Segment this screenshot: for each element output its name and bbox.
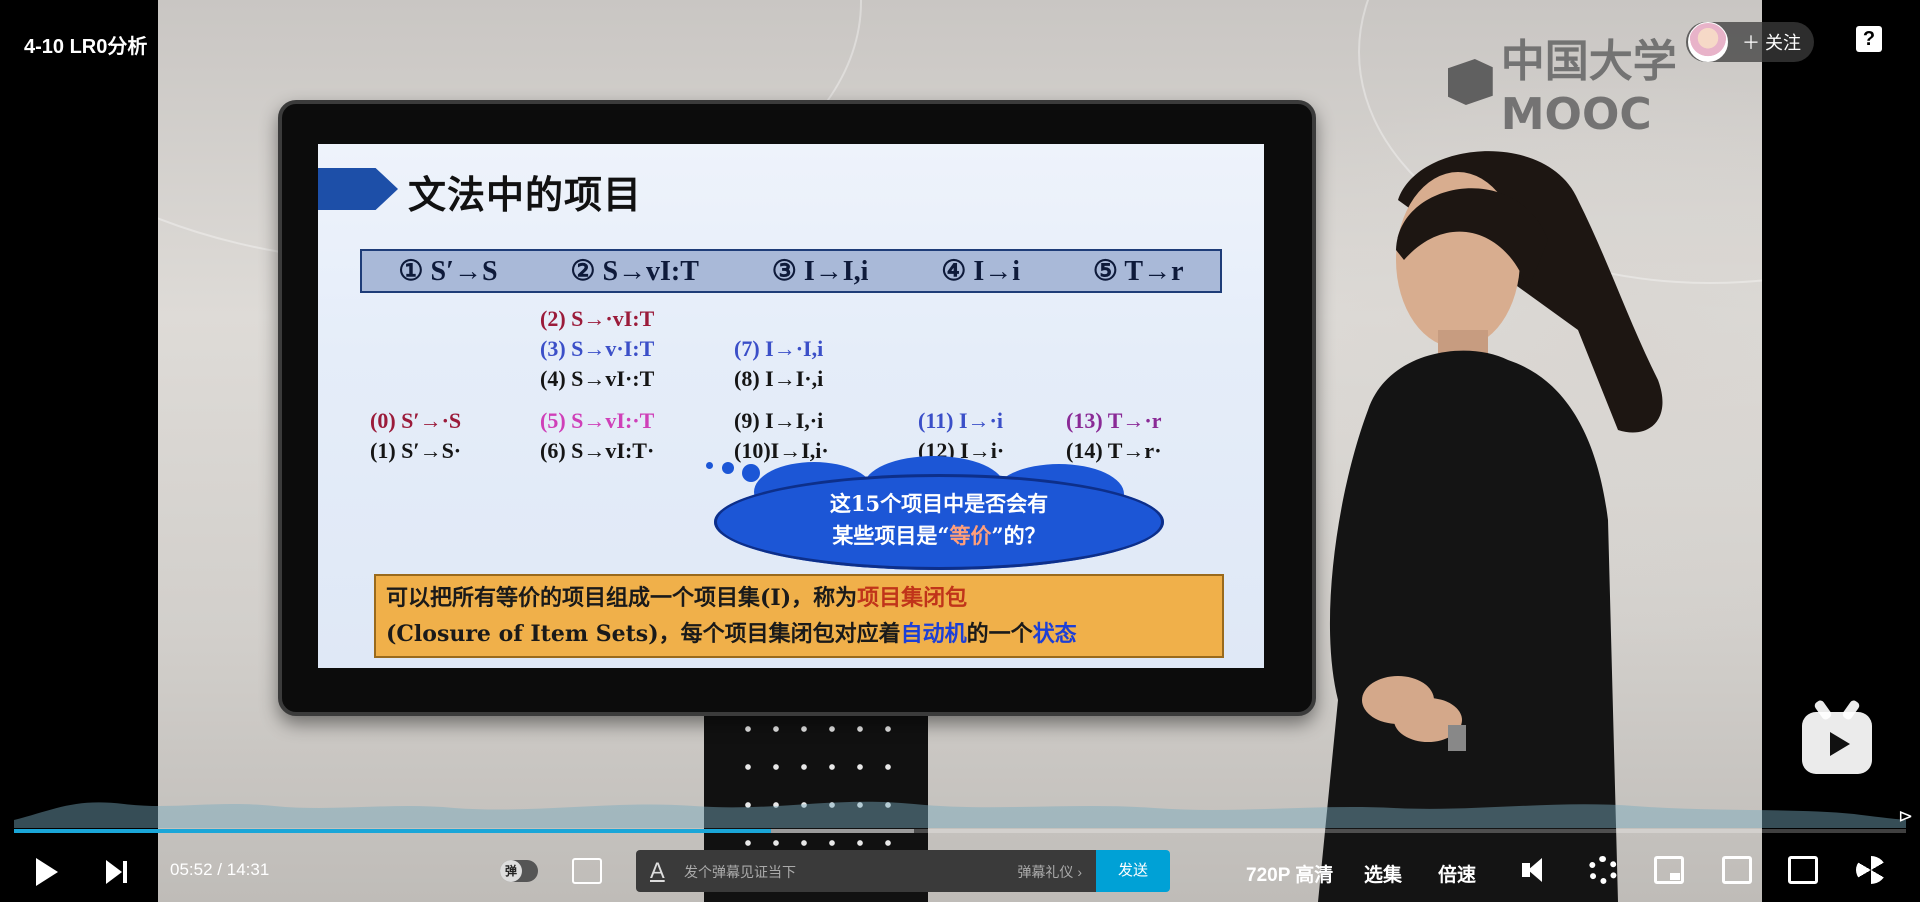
picture-in-picture-icon[interactable] (1654, 856, 1684, 884)
total-time: 14:31 (226, 860, 270, 879)
help-icon[interactable]: ? (1856, 26, 1882, 52)
danmu-placeholder: 发个弹幕见证当下 (684, 864, 796, 880)
danmu-settings-icon[interactable] (572, 858, 602, 884)
item-7: (7) I→·I,i (734, 336, 824, 361)
note-keyword: 自动机 (900, 621, 967, 647)
note-keyword: 项目集闭包 (857, 585, 968, 611)
next-episode-icon[interactable] (106, 860, 128, 884)
danmu-input[interactable]: A 发个弹幕见证当下 弹幕礼仪 › (636, 850, 1096, 892)
note-keyword: 状态 (1032, 621, 1077, 647)
item-5: (5) S→vI:·T (540, 408, 655, 433)
cloud-highlight: 等价 (949, 523, 992, 548)
item-4: (4) S→vI·:T (540, 366, 655, 391)
quality-button[interactable]: 720P 高清 (1246, 860, 1333, 887)
fullscreen-icon[interactable] (1856, 856, 1886, 884)
item-10: (10)I→I,i· (734, 438, 829, 463)
slide-title-marker (318, 168, 398, 210)
grammar-rules: ① S′→S ② S→vI:T ③ I→I,i ④ I→i ⑤ T→r (360, 249, 1222, 293)
progress-end-marker[interactable]: ⊳ (1898, 806, 1913, 827)
time-display: 05:52 / 14:31 (170, 860, 270, 879)
monitor: 文法中的项目 ① S′→S ② S→vI:T ③ I→I,i ④ I→i ⑤ T… (278, 100, 1316, 716)
danmu-toggle[interactable]: 弹 (500, 860, 538, 882)
danmu-etiquette-link[interactable]: 弹幕礼仪 › (1017, 862, 1082, 882)
item-14: (14) T→r· (1066, 438, 1162, 463)
item-9: (9) I→I,·i (734, 408, 824, 433)
current-time: 05:52 (170, 860, 213, 879)
widescreen-icon[interactable] (1722, 856, 1752, 884)
progress-bar[interactable] (14, 829, 1906, 833)
grammar-rule: ③ I→I,i (771, 256, 869, 287)
grammar-rule: ⑤ T→r (1092, 256, 1184, 287)
presenter (1318, 151, 1663, 902)
item-11: (11) I→·i (918, 408, 1003, 433)
question-cloud: 这15个项目中是否会有 某些项目是“等价”的？ (714, 456, 1164, 570)
follow-button[interactable]: ＋ 关注 (1686, 22, 1814, 62)
grammar-rule: ④ I→i (941, 256, 1021, 287)
slide: 文法中的项目 ① S′→S ② S→vI:T ③ I→I,i ④ I→i ⑤ T… (318, 144, 1264, 668)
cloud-line-1: 这15个项目中是否会有 (829, 491, 1049, 516)
grammar-rule: ② S→vI:T (570, 256, 699, 287)
mini-player-icon[interactable] (1802, 712, 1872, 774)
video-title: 4-10 LR0分析 (24, 36, 148, 58)
heat-wave (14, 801, 1906, 828)
item-0: (0) S′→·S (370, 408, 462, 433)
episodes-button[interactable]: 选集 (1364, 860, 1402, 887)
uploader-avatar[interactable] (1688, 22, 1728, 62)
web-fullscreen-icon[interactable] (1788, 856, 1818, 884)
grammar-rule: ① S′→S (398, 256, 498, 287)
send-danmu-button[interactable]: 发送 (1096, 850, 1170, 892)
control-bar: 05:52 / 14:31 弹 A 发个弹幕见证当下 弹幕礼仪 › 发送 720… (0, 836, 1920, 902)
danmu-style-icon[interactable]: A (650, 858, 665, 884)
video-frame[interactable]: 文法中的项目 ① S′→S ② S→vI:T ③ I→I,i ④ I→i ⑤ T… (158, 0, 1762, 902)
thought-bubble (722, 462, 734, 474)
item-6: (6) S→vI:T· (540, 438, 655, 463)
volume-icon[interactable] (1522, 856, 1552, 884)
item-8: (8) I→I·,i (734, 366, 824, 391)
item-2: (2) S→·vI:T (540, 306, 655, 331)
slide-title: 文法中的项目 (408, 173, 643, 217)
thought-bubble (706, 462, 713, 469)
play-icon[interactable] (36, 858, 58, 886)
played-range (14, 829, 771, 833)
settings-gear-icon[interactable] (1588, 856, 1618, 884)
item-13: (13) T→·r (1066, 408, 1162, 433)
item-1: (1) S′→S· (370, 438, 462, 463)
item-3: (3) S→v·I:T (540, 336, 655, 361)
closure-note: 可以把所有等价的项目组成一个项目集(I)，称为项目集闭包 (Closure of… (374, 574, 1224, 658)
follow-label: ＋ 关注 (1742, 33, 1802, 53)
speed-button[interactable]: 倍速 (1438, 860, 1476, 887)
cloud-line-2: 某些项目是“等价”的？ (832, 523, 1046, 548)
